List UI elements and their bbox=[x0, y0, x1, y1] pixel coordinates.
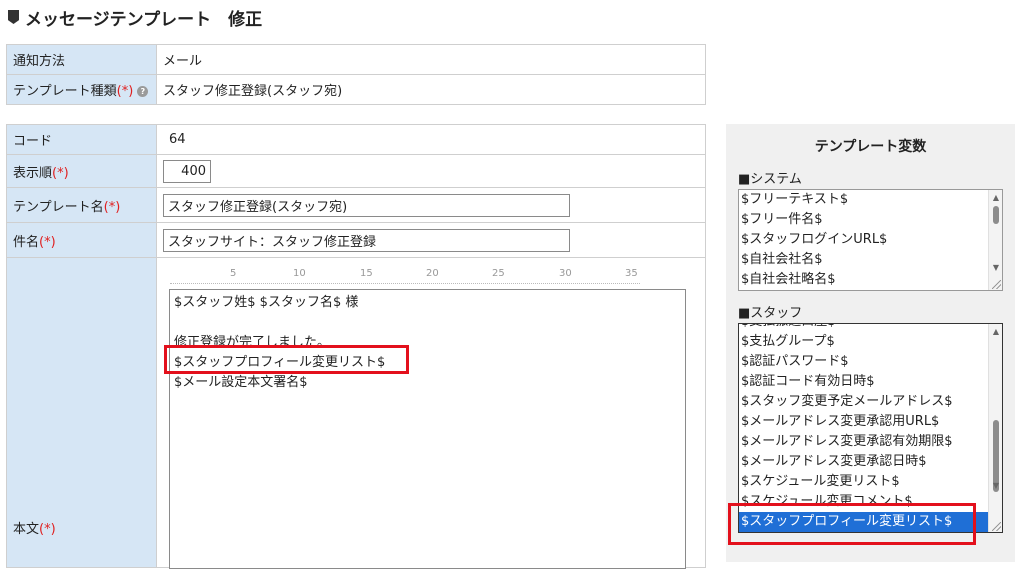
ruler-tick: 25 bbox=[492, 268, 505, 279]
scroll-down-icon[interactable]: ▼ bbox=[989, 480, 1002, 492]
help-icon[interactable]: ? bbox=[137, 86, 149, 97]
list-item[interactable]: $自社会社略名$ bbox=[739, 270, 1002, 290]
required-mark: (*) bbox=[39, 234, 56, 250]
body-line: $スタッフプロフィール変更リスト$ bbox=[174, 355, 386, 370]
resize-grip-icon[interactable] bbox=[992, 522, 1001, 531]
template-name-row: テンプレート名(*) bbox=[6, 187, 706, 223]
subject-label: 件名(*) bbox=[6, 222, 157, 258]
display-order-row: 表示順(*) bbox=[6, 154, 706, 188]
column-ruler: 5 10 15 20 25 30 35 bbox=[170, 268, 640, 284]
subject-cell bbox=[156, 222, 706, 258]
subject-row: 件名(*) bbox=[6, 222, 706, 258]
body-line: $スタッフ姓$ $スタッフ名$ 様 bbox=[174, 295, 359, 310]
display-order-cell bbox=[156, 154, 706, 188]
list-item[interactable]: $フリー件名$ bbox=[739, 210, 1002, 230]
ruler-tick: 30 bbox=[559, 268, 572, 279]
scroll-down-icon[interactable]: ▼ bbox=[989, 262, 1002, 274]
template-name-label: テンプレート名(*) bbox=[6, 187, 157, 223]
body-line: 修正登録が完了しました。 bbox=[174, 335, 331, 350]
code-value: 64 bbox=[156, 124, 706, 155]
ruler-tick: 35 bbox=[625, 268, 638, 279]
staff-variable-list[interactable]: $支払振込口座$ $支払グループ$ $認証パスワード$ $認証コード有効日時$ … bbox=[738, 323, 1003, 533]
code-row: コード 64 bbox=[6, 124, 706, 155]
list-item[interactable]: $自社会社名$ bbox=[739, 250, 1002, 270]
template-name-input[interactable] bbox=[163, 193, 570, 217]
template-variables-panel: テンプレート変数 ■システム $フリーテキスト$ $フリー件名$ $スタッフログ… bbox=[726, 124, 1015, 562]
list-item[interactable]: $メールアドレス変更承認用URL$ bbox=[739, 412, 990, 432]
body-label-text: 本文 bbox=[13, 522, 40, 537]
scroll-thumb[interactable] bbox=[993, 206, 999, 224]
page-title-text: メッセージテンプレート 修正 bbox=[25, 9, 263, 30]
ruler-tick: 20 bbox=[426, 268, 439, 279]
list-item[interactable]: $支払グループ$ bbox=[739, 332, 990, 352]
body-label: 本文(*) bbox=[6, 257, 157, 568]
template-type-row: テンプレート種類(*)? スタッフ修正登録(スタッフ宛) bbox=[6, 74, 706, 105]
header-form-table: 通知方法 メール テンプレート種類(*)? スタッフ修正登録(スタッフ宛) bbox=[6, 44, 706, 105]
required-mark: (*) bbox=[103, 199, 121, 215]
required-mark: (*) bbox=[39, 522, 56, 537]
list-item[interactable]: $認証コード有効日時$ bbox=[739, 372, 990, 392]
system-section-label: ■システム bbox=[738, 172, 802, 187]
template-type-label: テンプレート種類(*)? bbox=[6, 74, 157, 105]
ruler-tick: 10 bbox=[293, 268, 306, 279]
page-title: メッセージテンプレート 修正 bbox=[8, 4, 262, 30]
system-list-scrollbar[interactable]: ▲ ▼ bbox=[988, 190, 1002, 290]
notify-method-row: 通知方法 メール bbox=[6, 44, 706, 75]
required-mark: (*) bbox=[52, 165, 69, 181]
template-type-value-text: スタッフ修正登録(スタッフ宛) bbox=[163, 84, 343, 99]
staff-list-items: $支払振込口座$ $支払グループ$ $認証パスワード$ $認証コード有効日時$ … bbox=[739, 324, 990, 532]
ruler-tick: 15 bbox=[360, 268, 373, 279]
display-order-input[interactable] bbox=[163, 159, 211, 183]
notify-method-label: 通知方法 bbox=[6, 44, 157, 75]
list-item[interactable]: $メールアドレス変更承認有効期限$ bbox=[739, 432, 990, 452]
template-type-value: スタッフ修正登録(スタッフ宛) bbox=[156, 74, 706, 105]
list-item-selected[interactable]: $スタッフプロフィール変更リスト$ bbox=[739, 512, 990, 532]
required-mark: (*) bbox=[116, 84, 134, 99]
notify-method-value: メール bbox=[156, 44, 706, 75]
scroll-up-icon[interactable]: ▲ bbox=[989, 192, 1002, 204]
list-item[interactable]: $支払振込口座$ bbox=[739, 324, 990, 332]
template-name-cell bbox=[156, 187, 706, 223]
system-variable-list[interactable]: $フリーテキスト$ $フリー件名$ $スタッフログインURL$ $自社会社名$ … bbox=[738, 189, 1003, 291]
body-line: $メール設定本文署名$ bbox=[174, 375, 308, 390]
ruler-tick: 5 bbox=[230, 268, 237, 279]
resize-grip-icon[interactable] bbox=[992, 280, 1001, 289]
code-label-text: コード bbox=[13, 134, 53, 149]
notify-method-label-text: 通知方法 bbox=[13, 54, 66, 69]
subject-label-text: 件名 bbox=[13, 234, 40, 250]
variables-panel-title: テンプレート変数 bbox=[814, 139, 927, 155]
staff-section-label: ■スタッフ bbox=[738, 306, 803, 321]
notify-method-value-text: メール bbox=[163, 54, 203, 69]
list-item[interactable]: $スケジュール変更リスト$ bbox=[739, 472, 990, 492]
display-order-label-text: 表示順 bbox=[13, 165, 53, 181]
list-item[interactable]: $メールアドレス変更承認日時$ bbox=[739, 452, 990, 472]
code-value-text: 64 bbox=[169, 132, 186, 147]
bookmark-icon bbox=[8, 10, 19, 24]
display-order-label: 表示順(*) bbox=[6, 154, 157, 188]
template-name-label-text: テンプレート名 bbox=[13, 199, 104, 215]
list-item[interactable]: $認証パスワード$ bbox=[739, 352, 990, 372]
body-line bbox=[174, 313, 681, 333]
list-item[interactable]: $スケジュール変更コメント$ bbox=[739, 492, 990, 512]
staff-list-scrollbar[interactable]: ▲ ▼ bbox=[988, 324, 1002, 532]
list-item[interactable]: $フリーテキスト$ bbox=[739, 190, 1002, 210]
subject-input[interactable] bbox=[163, 228, 570, 252]
list-item[interactable]: $スタッフ変更予定メールアドレス$ bbox=[739, 392, 990, 412]
scroll-up-icon[interactable]: ▲ bbox=[989, 326, 1002, 338]
template-type-label-text: テンプレート種類 bbox=[13, 84, 117, 99]
list-item[interactable]: $スタッフログインURL$ bbox=[739, 230, 1002, 250]
body-textarea[interactable]: $スタッフ姓$ $スタッフ名$ 様 修正登録が完了しました。 $スタッフプロフィー… bbox=[169, 289, 686, 569]
code-label: コード bbox=[6, 124, 157, 155]
